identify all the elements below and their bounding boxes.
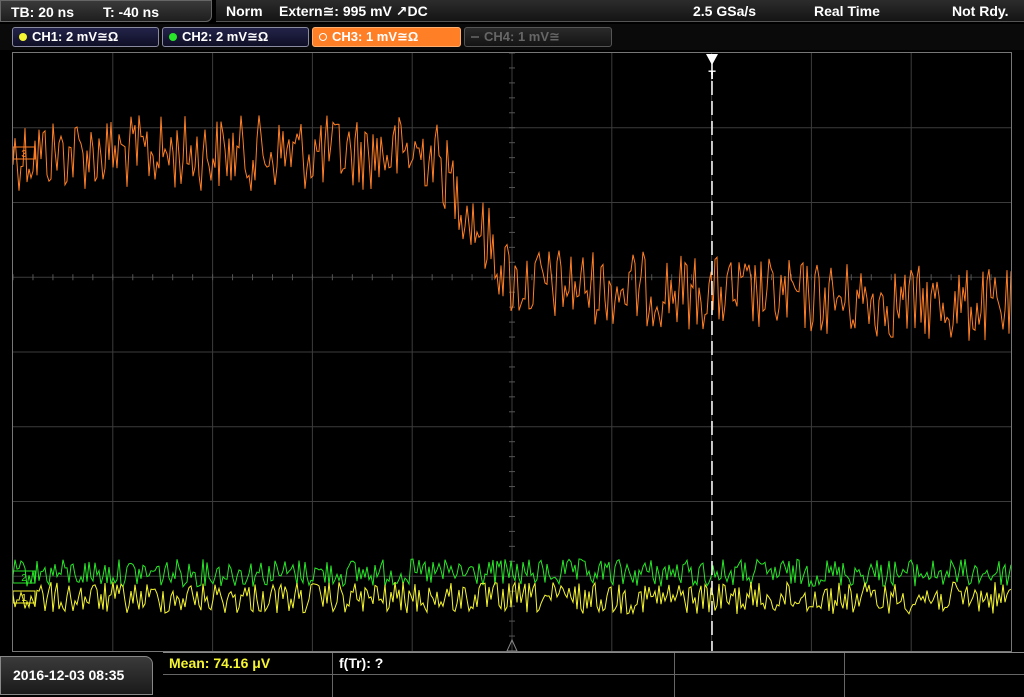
channel-2-button[interactable]: CH2: 2 mV≅Ω <box>162 27 309 47</box>
channel-1-marker-label: 1 <box>21 593 27 604</box>
channel-1-label: CH1: 2 mV≅Ω <box>32 29 119 44</box>
measurement-cell-empty-2[interactable] <box>845 653 1024 674</box>
measurement-cell-empty-3[interactable] <box>163 675 333 697</box>
channel-3-marker-label: 3 <box>21 149 27 160</box>
channel-2-label: CH2: 2 mV≅Ω <box>182 29 269 44</box>
trigger-source-label: Extern≅: 995 mV ↗DC <box>279 3 428 19</box>
measurement-cell-empty-4[interactable] <box>333 675 675 697</box>
datetime-panel: 2016-12-03 08:35 <box>0 656 153 695</box>
acquisition-bar[interactable]: Norm Extern≅: 995 mV ↗DC 2.5 GSa/s Real … <box>216 0 1024 22</box>
timebase-panel[interactable]: TB: 20 ns T: -40 ns <box>0 0 212 22</box>
measurement-table[interactable]: Mean: 74.16 μV f(Tr): ? <box>163 652 1024 697</box>
channel-1-button[interactable]: CH1: 2 mV≅Ω <box>12 27 159 47</box>
channel-4-indicator-icon <box>471 35 479 38</box>
channel-bar: CH1: 2 mV≅Ω CH2: 2 mV≅Ω CH3: 1 mV≅Ω CH4:… <box>0 24 1024 50</box>
measurement-cell-freq[interactable]: f(Tr): ? <box>333 653 675 674</box>
channel-1-indicator-icon <box>19 32 27 41</box>
sample-rate-label: 2.5 GSa/s <box>693 3 757 19</box>
measurement-cell-empty-1[interactable] <box>675 653 845 674</box>
channel-3-indicator-icon <box>319 32 327 41</box>
trigger-marker-label: T <box>708 68 716 82</box>
acquisition-mode-label: Real Time <box>814 3 880 19</box>
waveform-canvas: T 3 2 1 <box>13 53 1011 651</box>
status-bar: TB: 20 ns T: -40 ns Norm Extern≅: 995 mV… <box>0 0 1024 24</box>
measurement-cell-mean[interactable]: Mean: 74.16 μV <box>163 653 333 674</box>
measurement-row-2 <box>163 674 1024 697</box>
mean-measurement: Mean: 74.16 μV <box>169 655 271 671</box>
channel-4-label: CH4: 1 mV≅ <box>484 29 560 44</box>
trigger-position-arrow-icon[interactable] <box>706 54 718 65</box>
ready-status-label: Not Rdy. <box>952 3 1009 19</box>
channel-2-indicator-icon <box>169 32 177 41</box>
trigger-time-label: T: -40 ns <box>103 4 160 20</box>
trigger-mode-label: Norm <box>226 3 263 19</box>
channel-3-label: CH3: 1 mV≅Ω <box>332 29 419 44</box>
timebase-label: TB: 20 ns <box>11 4 75 20</box>
datetime-label: 2016-12-03 08:35 <box>13 667 125 683</box>
channel-4-button[interactable]: CH4: 1 mV≅ <box>464 27 612 47</box>
frequency-measurement: f(Tr): ? <box>339 655 384 671</box>
channel-2-marker-label: 2 <box>21 573 27 584</box>
measurement-cell-empty-5[interactable] <box>675 675 845 697</box>
waveform-display[interactable]: T 3 2 1 <box>12 52 1012 652</box>
channel-3-button[interactable]: CH3: 1 mV≅Ω <box>312 27 461 47</box>
